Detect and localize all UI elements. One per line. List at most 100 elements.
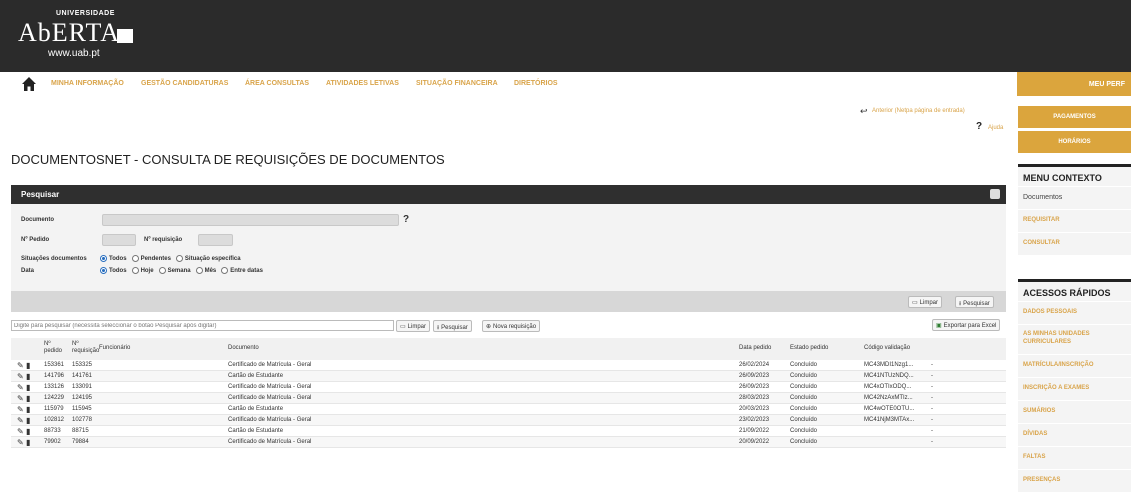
table-row[interactable]: ✎ ▮ 141796 141761 Cartão de Estudante 26/09/… (11, 371, 1006, 382)
top-header: UNIVERSIDADE AbERTA www.uab.pt (0, 0, 1131, 72)
document-icon[interactable]: ▮ (26, 394, 30, 403)
context-item-requisitar[interactable]: REQUISITAR (1018, 209, 1131, 232)
col-documento[interactable]: Documento (228, 345, 259, 352)
documento-field[interactable] (102, 214, 399, 226)
cell-extra: - (931, 406, 933, 412)
cell-pedido: 153361 (44, 362, 65, 368)
cell-data: 21/09/2022 (739, 428, 770, 434)
requisicao-field[interactable] (198, 234, 233, 246)
nav-meu-perfil[interactable]: MEU PERF (1017, 72, 1131, 96)
col-funcionario[interactable]: Funcionário (99, 345, 130, 352)
cell-pedido: 79902 (44, 439, 61, 445)
edit-icon[interactable]: ✎ (17, 372, 24, 381)
nav-area-consultas[interactable]: ÁREA CONSULTAS (245, 80, 309, 87)
cell-estado: Concluído (790, 439, 818, 445)
table-row[interactable]: ✎ ▮ 124229 124195 Certificado de Matrícula … (11, 393, 1006, 404)
quick-item-inscricao-exames[interactable]: INSCRIÇÃO A EXAMES (1018, 377, 1131, 400)
nav-atividades-letivas[interactable]: ATIVIDADES LETIVAS (326, 80, 399, 87)
filter-limpar-button[interactable]: ▭ Limpar (396, 320, 431, 332)
col-codigo[interactable]: Código validação (864, 345, 910, 352)
table-row[interactable]: ✎ ▮ 88733 88715 Cartão de Estudante 21/09/20… (11, 426, 1006, 437)
documento-label: Documento (21, 217, 54, 223)
edit-icon[interactable]: ✎ (17, 361, 24, 370)
documento-help-icon[interactable]: ? (403, 214, 409, 225)
document-icon[interactable]: ▮ (26, 438, 30, 447)
cell-codigo: MC4wOTE0OTU... (864, 406, 915, 412)
cell-documento: Cartão de Estudante (228, 373, 284, 379)
document-icon[interactable]: ▮ (26, 372, 30, 381)
nav-minha-informacao[interactable]: MINHA INFORMAÇÃO (51, 80, 124, 87)
table-filter-input[interactable] (11, 320, 394, 331)
pagamentos-button[interactable]: PAGAMENTOS (1018, 106, 1131, 128)
horarios-button[interactable]: HORÁRIOS (1018, 131, 1131, 153)
row-actions: ✎ ▮ (17, 416, 30, 425)
table-row[interactable]: ✎ ▮ 102812 102778 Certificado de Matrícula … (11, 415, 1006, 426)
table-row[interactable]: ✎ ▮ 153361 153325 Certificado de Matrícula … (11, 360, 1006, 371)
filter-pesquisar-button[interactable]: ⭳ Pesquisar (433, 320, 472, 332)
download-icon: ⭳ (959, 301, 962, 307)
table-row[interactable]: ✎ ▮ 115979 115945 Cartão de Estudante 20/03/… (11, 404, 1006, 415)
edit-icon[interactable]: ✎ (17, 427, 24, 436)
cell-data: 26/02/2024 (739, 362, 770, 368)
quick-item-dados-pessoais[interactable]: DADOS PESSOAIS (1018, 301, 1131, 324)
col-estado[interactable]: Estado pedido (790, 345, 828, 352)
cell-requisicao: 115945 (72, 406, 92, 412)
quick-item-presencas[interactable]: PRESENÇAS (1018, 469, 1131, 492)
cell-requisicao: 141761 (72, 373, 93, 379)
search-pesquisar-button[interactable]: ⭳ Pesquisar (955, 296, 994, 308)
cell-codigo: MC41NjM3MTAx... (864, 417, 915, 423)
edit-icon[interactable]: ✎ (17, 438, 24, 447)
export-excel-button[interactable]: ▣ Exportar para Excel (932, 319, 1001, 331)
quick-item-sumarios[interactable]: SUMÁRIOS (1018, 400, 1131, 423)
help-icon[interactable]: ? (976, 121, 982, 132)
table-row[interactable]: ✎ ▮ 79902 79884 Certificado de Matrícula - … (11, 437, 1006, 448)
nav-gestao-candidaturas[interactable]: GESTÃO CANDIDATURAS (141, 80, 228, 87)
edit-icon[interactable]: ✎ (17, 416, 24, 425)
nav-situacao-financeira[interactable]: SITUAÇÃO FINANCEIRA (416, 80, 498, 87)
nav-diretorios[interactable]: DIRETÓRIOS (514, 80, 558, 87)
back-link[interactable]: Anterior (Netpa página de entrada) (872, 108, 965, 114)
data-hoje-radio[interactable] (131, 267, 139, 274)
edit-icon[interactable]: ✎ (17, 405, 24, 414)
document-icon[interactable]: ▮ (26, 361, 30, 370)
nova-requisicao-label: Nova requisição (493, 324, 537, 330)
data-semana-radio[interactable] (158, 267, 166, 274)
document-icon[interactable]: ▮ (26, 427, 30, 436)
collapse-icon[interactable] (990, 189, 1000, 199)
document-icon[interactable]: ▮ (26, 405, 30, 414)
quick-item-faltas[interactable]: FALTAS (1018, 446, 1131, 469)
data-entre-datas-radio[interactable] (221, 267, 229, 274)
edit-icon[interactable]: ✎ (17, 394, 24, 403)
document-icon[interactable]: ▮ (26, 416, 30, 425)
back-arrow-icon[interactable]: ↩ (860, 106, 868, 117)
document-icon[interactable]: ▮ (26, 383, 30, 392)
situacao-pendentes-radio[interactable] (131, 255, 139, 262)
search-panel-title: Pesquisar (21, 190, 60, 199)
col-data[interactable]: Data pedido (739, 345, 771, 352)
cell-documento: Certificado de Matrícula - Geral (228, 439, 312, 445)
quick-item-dividas[interactable]: DÍVIDAS (1018, 423, 1131, 446)
edit-icon[interactable]: ✎ (17, 383, 24, 392)
situacao-todos-radio[interactable] (100, 255, 107, 262)
quick-item-unidades-curriculares[interactable]: AS MINHAS UNIDADES CURRICULARES (1018, 324, 1131, 354)
home-icon[interactable] (21, 76, 37, 92)
cell-data: 26/09/2023 (739, 384, 770, 390)
context-item-consultar[interactable]: CONSULTAR (1018, 232, 1131, 255)
col-requisicao[interactable]: Nº requisição (72, 341, 102, 355)
cell-extra: - (931, 439, 933, 445)
cell-requisicao: 102778 (72, 417, 93, 423)
table-row[interactable]: ✎ ▮ 133126 133091 Certificado de Matrícula … (11, 382, 1006, 393)
cell-requisicao: 88715 (72, 428, 89, 434)
situacao-especifica-radio[interactable] (175, 255, 183, 262)
eraser-icon: ▭ (400, 324, 406, 330)
quick-item-matricula[interactable]: MATRÍCULA/INSCRIÇÃO (1018, 354, 1131, 377)
data-mes-radio[interactable] (195, 267, 203, 274)
search-limpar-button[interactable]: ▭ Limpar (908, 296, 943, 308)
help-link[interactable]: Ajuda (988, 125, 1003, 131)
col-pedido[interactable]: Nº pedido (44, 341, 66, 355)
data-todos-radio[interactable] (100, 267, 107, 274)
situacao-especifica-label: Situação específica (184, 255, 241, 262)
filter-limpar-label: Limpar (407, 324, 427, 330)
pedido-field[interactable] (102, 234, 136, 246)
nova-requisicao-button[interactable]: ⊕ Nova requisição (482, 320, 541, 332)
